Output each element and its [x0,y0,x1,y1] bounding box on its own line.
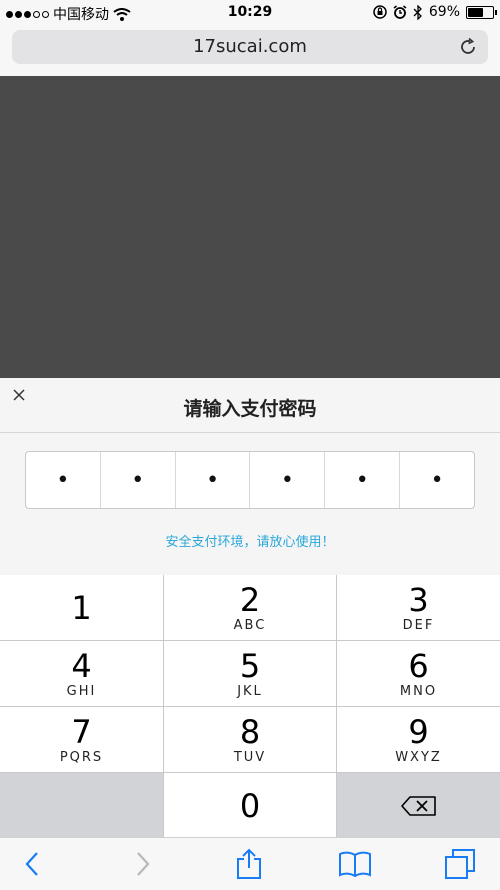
forward-icon [137,852,150,876]
key-number: 0 [239,786,261,825]
key-number: 8 [239,712,261,751]
key-letters: DEF [402,617,435,633]
key-1[interactable]: 1 [0,575,163,640]
security-tip: 安全支付环境，请放心使用！ [165,535,335,550]
key-2[interactable]: 2 ABC [164,575,336,640]
key-8[interactable]: 8 TUV [164,707,336,772]
key-letters: ABC [233,617,267,633]
key-9[interactable]: 9 WXYZ [337,707,500,772]
key-letters: WXYZ [395,749,442,765]
key-5[interactable]: 5 JKL [164,641,336,706]
key-blank [0,773,163,838]
payment-password-dialog: 请输入支付密码 • • • • • • 安全支付环境，请放心使用！ [0,378,500,575]
password-cell: • [101,452,176,508]
status-right: 69% [373,4,497,20]
reload-icon[interactable] [458,37,478,57]
key-number: 3 [408,580,429,619]
back-icon [25,852,38,876]
key-letters: TUV [233,749,267,765]
password-cell: • [176,452,251,508]
alarm-icon [393,5,407,19]
bookmarks-button[interactable] [338,848,372,880]
numeric-keypad: 1 2 ABC 3 DEF 4 GHI 5 JKL 6 MNO 7 PQRS 8… [0,575,500,838]
password-cell: • [325,452,401,508]
forward-button[interactable] [126,848,160,880]
password-cell: • [26,452,101,508]
key-number: 2 [239,580,261,619]
key-number: 9 [408,712,429,751]
key-3[interactable]: 3 DEF [337,575,500,640]
key-letters: MNO [399,683,438,699]
password-cell: • [250,452,326,508]
tabs-icon [445,849,475,879]
key-number: 4 [71,646,92,685]
back-button[interactable] [15,848,49,880]
delete-key[interactable] [337,773,500,838]
page-overlay[interactable] [0,76,500,378]
browser-address-area: 17sucai.com [0,26,500,76]
key-number: 5 [239,646,261,685]
divider [0,432,500,433]
key-4[interactable]: 4 GHI [0,641,163,706]
dialog-title: 请输入支付密码 [183,398,317,420]
address-bar[interactable]: 17sucai.com [12,30,488,64]
key-number: 7 [71,712,92,751]
backspace-icon [400,795,436,816]
key-letters: PQRS [59,749,104,765]
status-bar: 中国移动 10:29 69% [0,0,500,26]
key-number: 6 [408,646,429,685]
share-button[interactable] [232,848,266,880]
key-letters: GHI [66,683,97,699]
key-letters: JKL [237,683,263,699]
key-7[interactable]: 7 PQRS [0,707,163,772]
bookmarks-icon [339,851,371,878]
key-0[interactable]: 0 [164,773,336,838]
password-cell: • [430,467,444,493]
orientation-lock-icon [373,5,387,19]
battery-percent: 69% [428,4,460,20]
bluetooth-icon [413,4,422,20]
password-input[interactable]: • • • • • • [25,451,475,509]
tabs-button[interactable] [443,848,477,880]
key-number: 1 [71,588,92,627]
key-6[interactable]: 6 MNO [337,641,500,706]
url-text[interactable]: 17sucai.com [12,36,488,57]
battery-icon [466,5,497,19]
browser-toolbar [0,837,500,890]
share-icon [237,848,261,879]
